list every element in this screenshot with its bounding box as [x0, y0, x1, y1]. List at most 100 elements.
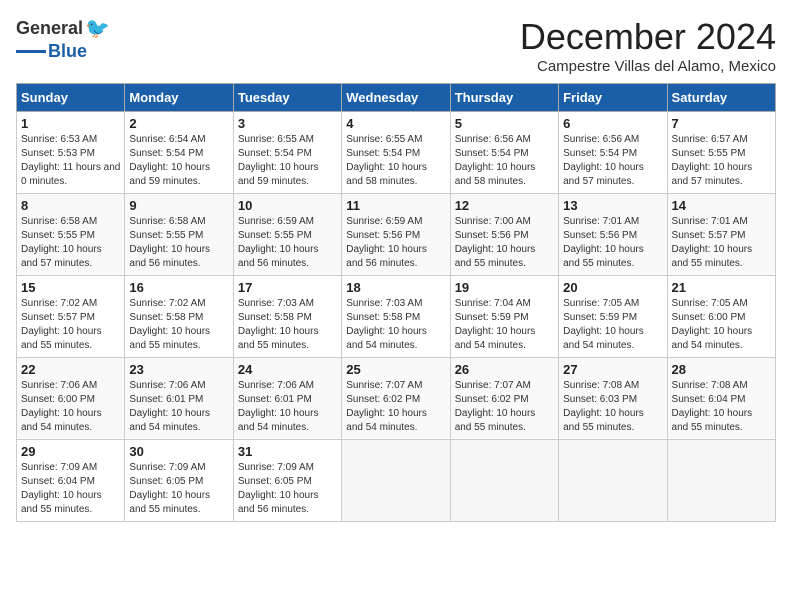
header-monday: Monday: [125, 84, 233, 112]
day-cell-14: 14 Sunrise: 7:01 AM Sunset: 5:57 PM Dayli…: [667, 194, 775, 276]
header-friday: Friday: [559, 84, 667, 112]
day-number: 3: [238, 116, 337, 131]
day-info: Sunrise: 7:08 AM Sunset: 6:03 PM Dayligh…: [563, 379, 662, 435]
day-info: Sunrise: 6:53 AM Sunset: 5:53 PM Dayligh…: [21, 133, 120, 189]
day-cell-23: 23Sunrise: 7:06 AM Sunset: 6:01 PM Dayli…: [125, 358, 233, 440]
logo: General 🐦 Blue: [16, 16, 110, 62]
day-number: 14: [672, 198, 771, 213]
day-number: 25: [346, 362, 445, 377]
day-number: 4: [346, 116, 445, 131]
day-info: Sunrise: 7:00 AM Sunset: 5:56 PM Dayligh…: [455, 215, 554, 271]
week-row-4: 22Sunrise: 7:06 AM Sunset: 6:00 PM Dayli…: [17, 358, 776, 440]
day-info: Sunrise: 7:05 AM Sunset: 5:59 PM Dayligh…: [563, 297, 662, 353]
day-cell-22: 22Sunrise: 7:06 AM Sunset: 6:00 PM Dayli…: [17, 358, 125, 440]
day-number: 12: [455, 198, 554, 213]
day-cell-7: 7 Sunrise: 6:57 AM Sunset: 5:55 PM Daylig…: [667, 112, 775, 194]
day-cell-12: 12 Sunrise: 7:00 AM Sunset: 5:56 PM Dayli…: [450, 194, 558, 276]
day-cell-1: 1 Sunrise: 6:53 AM Sunset: 5:53 PM Daylig…: [17, 112, 125, 194]
day-number: 7: [672, 116, 771, 131]
day-number: 16: [129, 280, 228, 295]
day-number: 1: [21, 116, 120, 131]
day-cell-11: 11 Sunrise: 6:59 AM Sunset: 5:56 PM Dayli…: [342, 194, 450, 276]
location-subtitle: Campestre Villas del Alamo, Mexico: [520, 58, 776, 75]
day-cell-30: 30 Sunrise: 7:09 AM Sunset: 6:05 PM Dayli…: [125, 440, 233, 522]
day-number: 27: [563, 362, 662, 377]
day-cell-31: 31 Sunrise: 7:09 AM Sunset: 6:05 PM Dayli…: [233, 440, 341, 522]
day-info: Sunrise: 6:58 AM Sunset: 5:55 PM Dayligh…: [129, 215, 228, 271]
day-number: 24: [238, 362, 337, 377]
header-saturday: Saturday: [667, 84, 775, 112]
day-number: 18: [346, 280, 445, 295]
day-info: Sunrise: 6:54 AM Sunset: 5:54 PM Dayligh…: [129, 133, 228, 189]
day-info: Sunrise: 7:06 AM Sunset: 6:01 PM Dayligh…: [238, 379, 337, 435]
day-info: Sunrise: 7:07 AM Sunset: 6:02 PM Dayligh…: [346, 379, 445, 435]
day-number: 10: [238, 198, 337, 213]
day-info: Sunrise: 6:55 AM Sunset: 5:54 PM Dayligh…: [346, 133, 445, 189]
day-info: Sunrise: 7:04 AM Sunset: 5:59 PM Dayligh…: [455, 297, 554, 353]
day-info: Sunrise: 6:55 AM Sunset: 5:54 PM Dayligh…: [238, 133, 337, 189]
day-number: 31: [238, 444, 337, 459]
day-info: Sunrise: 6:59 AM Sunset: 5:56 PM Dayligh…: [346, 215, 445, 271]
page-container: General 🐦 Blue December 2024 Campestre V…: [16, 16, 776, 522]
day-info: Sunrise: 6:56 AM Sunset: 5:54 PM Dayligh…: [455, 133, 554, 189]
day-cell-10: 10 Sunrise: 6:59 AM Sunset: 5:55 PM Dayli…: [233, 194, 341, 276]
day-info: Sunrise: 7:01 AM Sunset: 5:57 PM Dayligh…: [672, 215, 771, 271]
calendar-table: SundayMondayTuesdayWednesdayThursdayFrid…: [16, 83, 776, 522]
day-number: 8: [21, 198, 120, 213]
day-number: 23: [129, 362, 228, 377]
day-cell-24: 24 Sunrise: 7:06 AM Sunset: 6:01 PM Dayli…: [233, 358, 341, 440]
empty-cell: [667, 440, 775, 522]
day-cell-26: 26 Sunrise: 7:07 AM Sunset: 6:02 PM Dayli…: [450, 358, 558, 440]
day-number: 19: [455, 280, 554, 295]
day-info: Sunrise: 6:56 AM Sunset: 5:54 PM Dayligh…: [563, 133, 662, 189]
day-cell-29: 29 Sunrise: 7:09 AM Sunset: 6:04 PM Dayli…: [17, 440, 125, 522]
day-info: Sunrise: 7:07 AM Sunset: 6:02 PM Dayligh…: [455, 379, 554, 435]
header-sunday: Sunday: [17, 84, 125, 112]
day-cell-16: 16Sunrise: 7:02 AM Sunset: 5:58 PM Dayli…: [125, 276, 233, 358]
day-info: Sunrise: 7:08 AM Sunset: 6:04 PM Dayligh…: [672, 379, 771, 435]
header-tuesday: Tuesday: [233, 84, 341, 112]
day-info: Sunrise: 6:59 AM Sunset: 5:55 PM Dayligh…: [238, 215, 337, 271]
day-cell-20: 20Sunrise: 7:05 AM Sunset: 5:59 PM Dayli…: [559, 276, 667, 358]
day-number: 9: [129, 198, 228, 213]
day-number: 2: [129, 116, 228, 131]
logo-general-text: General: [16, 18, 83, 39]
day-info: Sunrise: 7:03 AM Sunset: 5:58 PM Dayligh…: [346, 297, 445, 353]
empty-cell: [559, 440, 667, 522]
day-number: 17: [238, 280, 337, 295]
day-number: 26: [455, 362, 554, 377]
page-header: General 🐦 Blue December 2024 Campestre V…: [16, 16, 776, 75]
month-title: December 2024: [520, 16, 776, 58]
day-cell-27: 27 Sunrise: 7:08 AM Sunset: 6:03 PM Dayli…: [559, 358, 667, 440]
week-row-2: 8 Sunrise: 6:58 AM Sunset: 5:55 PM Daylig…: [17, 194, 776, 276]
day-number: 5: [455, 116, 554, 131]
day-number: 13: [563, 198, 662, 213]
day-cell-19: 19 Sunrise: 7:04 AM Sunset: 5:59 PM Dayli…: [450, 276, 558, 358]
header-wednesday: Wednesday: [342, 84, 450, 112]
day-cell-28: 28 Sunrise: 7:08 AM Sunset: 6:04 PM Dayli…: [667, 358, 775, 440]
day-number: 6: [563, 116, 662, 131]
day-info: Sunrise: 7:09 AM Sunset: 6:05 PM Dayligh…: [129, 461, 228, 517]
day-info: Sunrise: 6:57 AM Sunset: 5:55 PM Dayligh…: [672, 133, 771, 189]
week-row-5: 29 Sunrise: 7:09 AM Sunset: 6:04 PM Dayli…: [17, 440, 776, 522]
week-row-3: 15Sunrise: 7:02 AM Sunset: 5:57 PM Dayli…: [17, 276, 776, 358]
day-number: 29: [21, 444, 120, 459]
day-number: 30: [129, 444, 228, 459]
week-row-1: 1 Sunrise: 6:53 AM Sunset: 5:53 PM Daylig…: [17, 112, 776, 194]
day-info: Sunrise: 7:09 AM Sunset: 6:04 PM Dayligh…: [21, 461, 120, 517]
day-info: Sunrise: 7:03 AM Sunset: 5:58 PM Dayligh…: [238, 297, 337, 353]
day-number: 21: [672, 280, 771, 295]
day-number: 11: [346, 198, 445, 213]
day-info: Sunrise: 7:02 AM Sunset: 5:57 PM Dayligh…: [21, 297, 120, 353]
day-cell-17: 17 Sunrise: 7:03 AM Sunset: 5:58 PM Dayli…: [233, 276, 341, 358]
day-cell-15: 15Sunrise: 7:02 AM Sunset: 5:57 PM Dayli…: [17, 276, 125, 358]
day-cell-3: 3 Sunrise: 6:55 AM Sunset: 5:54 PM Daylig…: [233, 112, 341, 194]
day-info: Sunrise: 7:09 AM Sunset: 6:05 PM Dayligh…: [238, 461, 337, 517]
day-cell-9: 9 Sunrise: 6:58 AM Sunset: 5:55 PM Daylig…: [125, 194, 233, 276]
day-info: Sunrise: 6:58 AM Sunset: 5:55 PM Dayligh…: [21, 215, 120, 271]
title-section: December 2024 Campestre Villas del Alamo…: [520, 16, 776, 75]
day-cell-6: 6 Sunrise: 6:56 AM Sunset: 5:54 PM Daylig…: [559, 112, 667, 194]
day-cell-5: 5 Sunrise: 6:56 AM Sunset: 5:54 PM Daylig…: [450, 112, 558, 194]
day-number: 28: [672, 362, 771, 377]
day-cell-18: 18 Sunrise: 7:03 AM Sunset: 5:58 PM Dayli…: [342, 276, 450, 358]
